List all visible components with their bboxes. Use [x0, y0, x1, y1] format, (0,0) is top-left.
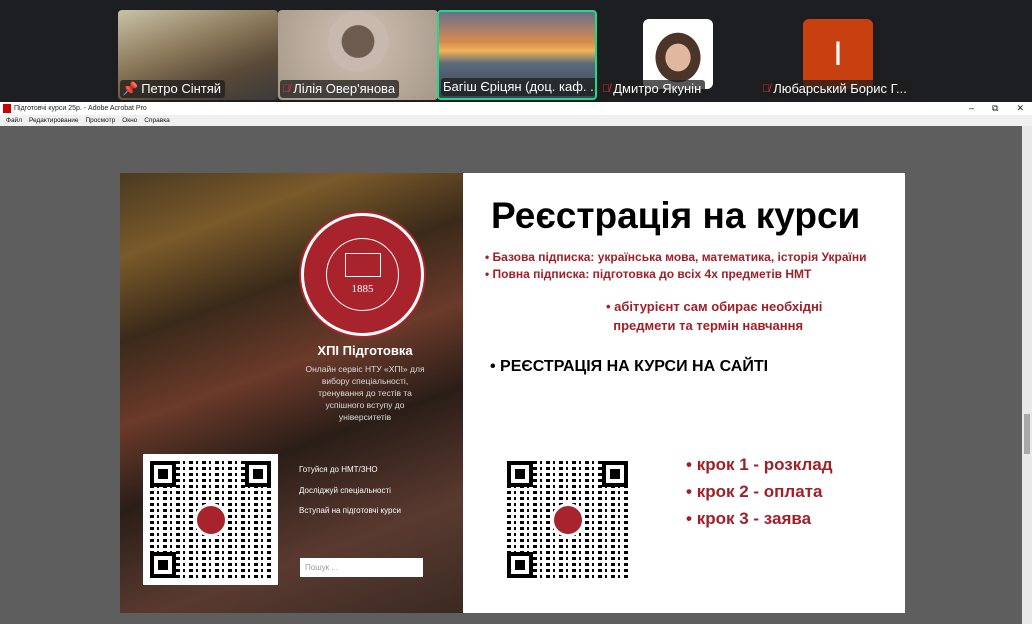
minimize-button[interactable]: – [969, 102, 974, 115]
note-line: абітурієнт сам обирає необхідні [614, 299, 823, 314]
site-link: Досліджуй спеціальності [299, 486, 391, 495]
mic-muted-icon: 🎙̸ [282, 83, 291, 95]
video-strip: 📌 Петро Сінтяй 🎙̸ Лілія Овер'янова Багіш Є… [0, 0, 1032, 102]
participant-name: Дмитро Якунін [613, 81, 702, 96]
vertical-scrollbar[interactable] [1022, 126, 1032, 624]
window-title: Підготовчі курси 25р. - Adobe Acrobat Pr… [14, 105, 147, 112]
menu-edit[interactable]: Редактирование [29, 115, 79, 126]
restore-button[interactable]: ⧉ [992, 102, 998, 115]
register-site-text: РЕЄСТРАЦІЯ НА КУРСИ НА САЙТІ [500, 358, 769, 375]
seal-year: 1885 [351, 283, 374, 295]
campus-photo: 1885 ХПІ Підготовка Онлайн сервіс НТУ «Х… [120, 173, 463, 613]
menu-bar: Файл Редактирование Просмотр Окно Справк… [0, 115, 1032, 126]
site-description: Онлайн сервіс НТУ «ХПІ» для вибору спеці… [305, 364, 425, 422]
participant-tile[interactable]: 📌 Петро Сінтяй [118, 10, 278, 100]
note-line: предмети та термін навчання [613, 318, 804, 333]
mic-muted-icon: 🎙̸ [762, 83, 771, 95]
scrollbar-thumb[interactable] [1024, 414, 1030, 454]
menu-window[interactable]: Окно [122, 115, 137, 126]
site-link: Готуйся до НМТ/ЗНО [299, 465, 378, 474]
bullet-basic: Базова підписка: українська мова, матема… [492, 250, 867, 264]
site-link: Вступай на підготовчі курси [299, 506, 401, 515]
building-icon [345, 253, 381, 277]
participant-tile[interactable]: I 🎙̸ Любарський Борис Г... [758, 10, 918, 100]
step-item: крок 2 - оплата [696, 482, 823, 501]
bullet-full: Повна підписка: підготовка до всіх 4х пр… [492, 267, 812, 281]
window-titlebar: Підготовчі курси 25р. - Adobe Acrobat Pr… [0, 102, 1032, 115]
step-item: крок 1 - розклад [696, 455, 833, 474]
menu-help[interactable]: Справка [144, 115, 170, 126]
menu-file[interactable]: Файл [6, 115, 22, 126]
participant-name: Лілія Овер'янова [293, 81, 396, 96]
avatar: I [803, 19, 873, 89]
qr-code [143, 454, 278, 585]
slide-page: 1885 ХПІ Підготовка Онлайн сервіс НТУ «Х… [120, 173, 905, 613]
step-item: крок 3 - заява [696, 509, 812, 528]
participant-tile[interactable]: 🎙̸ Лілія Овер'янова [278, 10, 438, 100]
slide-title: Реєстрація на курси [491, 195, 861, 236]
site-search-field: Пошук ... [300, 558, 423, 577]
site-title: ХПІ Підготовка [317, 343, 413, 358]
menu-view[interactable]: Просмотр [86, 115, 116, 126]
participant-tile[interactable]: 🎙̸ Дмитро Якунін [598, 10, 758, 100]
mic-muted-icon: 🎙̸ [602, 83, 611, 95]
participant-name: Любарський Борис Г... [773, 81, 907, 96]
participant-tile-active[interactable]: Багіш Єріцян (доц. каф. ... [437, 10, 597, 100]
participant-name: Багіш Єріцян (доц. каф. ... [443, 79, 597, 94]
participant-name: Петро Сінтяй [141, 81, 222, 96]
qr-code [500, 454, 635, 585]
acrobat-icon [3, 104, 11, 113]
university-seal: 1885 [301, 213, 424, 336]
close-button[interactable]: ✕ [1016, 102, 1024, 115]
avatar [643, 19, 713, 89]
pin-icon: 📌 [122, 81, 139, 96]
